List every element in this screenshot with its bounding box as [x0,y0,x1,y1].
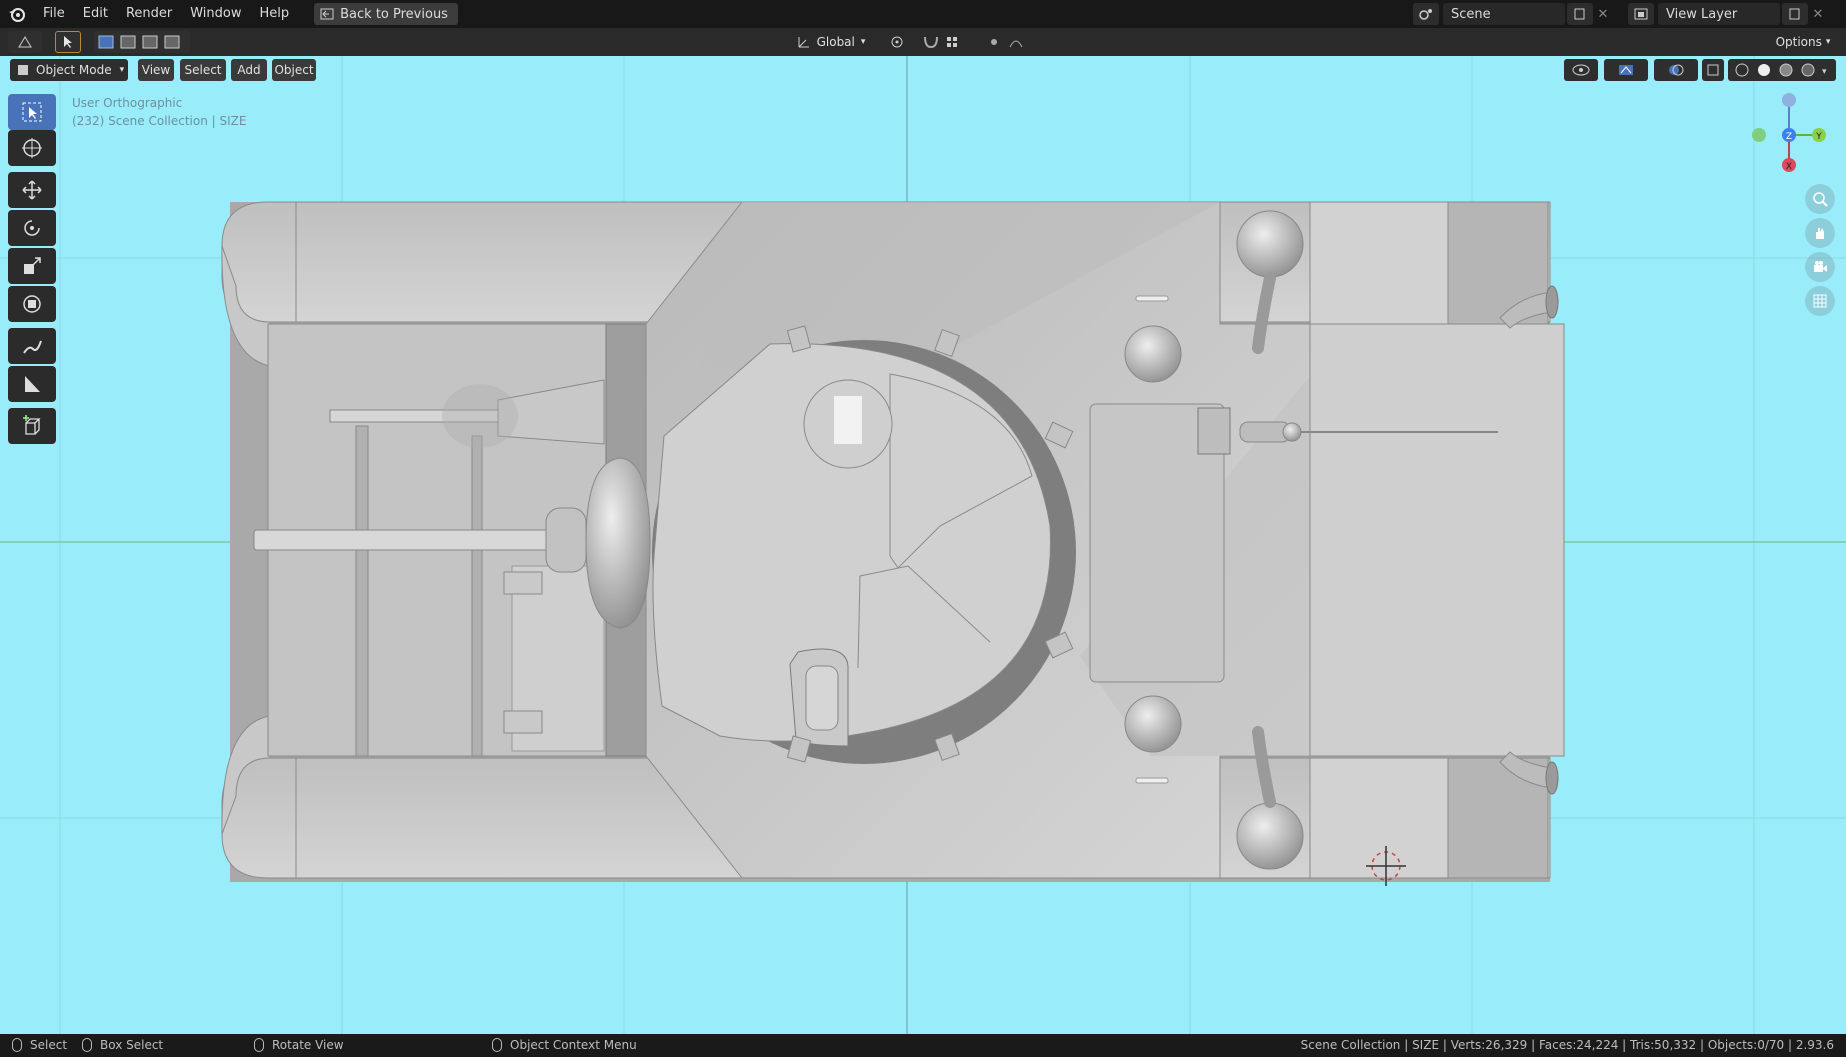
chevron-down-icon: ▾ [860,37,866,47]
annotate-icon [23,340,42,354]
tool-scale[interactable] [8,248,56,284]
orientation-icon [798,37,809,48]
delete-scene-icon[interactable]: ✕ [1593,7,1613,22]
navigation-gizmo[interactable]: Z Y X [1744,90,1834,180]
top-bar: File Edit Render Window Help Back to Pre… [0,0,1846,28]
mouse-middle-icon [82,1038,92,1052]
pivot-point-icon[interactable] [882,31,912,53]
transform-orientation-label: Global [816,35,855,49]
delete-view-layer-icon[interactable]: ✕ [1808,7,1828,22]
object-mode-icon [18,65,28,75]
scene-statistics: Scene Collection | SIZE | Verts:26,329 |… [1300,1038,1834,1052]
editor-type-icon[interactable] [8,31,42,53]
tool-settings-bar: Global ▾ Options ▾ [0,28,1846,56]
snapping-group[interactable] [918,31,978,53]
select-box-icon [22,102,42,122]
status-rotate-view: Rotate View [254,1038,344,1052]
options-dropdown[interactable]: Options ▾ [1768,31,1838,53]
proportional-editing-group[interactable] [984,31,1038,53]
tool-move[interactable] [8,172,56,208]
menu-edit[interactable]: Edit [74,0,117,28]
pan-hand-icon[interactable] [1805,218,1835,248]
select-menu[interactable]: Select [180,59,226,81]
tool-select-box[interactable] [8,94,56,130]
shading-mode-group[interactable]: ▾ [1728,59,1836,81]
visibility-icon[interactable] [1564,59,1598,81]
mouse-right-icon [492,1038,502,1052]
zoom-icon[interactable] [1805,184,1835,214]
new-view-layer-icon[interactable] [1782,3,1808,25]
mode-dropdown[interactable]: Object Mode ▾ [10,59,128,81]
active-tool-icon[interactable] [55,31,81,53]
gizmo-y-label: Y [1815,132,1822,142]
scene-selector[interactable]: Scene ✕ [1413,3,1613,25]
cursor-icon [22,138,42,158]
blender-logo-icon[interactable] [0,0,34,28]
options-label: Options [1775,35,1822,49]
new-scene-icon[interactable] [1567,3,1593,25]
add-menu[interactable]: Add [231,59,267,81]
tank-model[interactable] [0,56,1846,1034]
tool-annotate[interactable] [8,328,56,364]
view-menu[interactable]: View [138,59,174,81]
status-bar: Select Box Select Rotate View Object Con… [0,1034,1846,1057]
move-icon [22,180,42,200]
gizmo-toggle-icon[interactable] [1604,59,1648,81]
overlays-toggle-icon[interactable] [1654,59,1698,81]
tool-cursor[interactable] [8,130,56,166]
menu-file[interactable]: File [34,0,74,28]
status-rotate-view-label: Rotate View [272,1038,344,1052]
measure-icon [25,376,40,392]
gizmo-z-label: Z [1786,132,1792,142]
scale-icon [24,257,41,274]
status-box-select-label: Box Select [100,1038,164,1052]
scene-name-field[interactable]: Scene [1443,3,1565,25]
mouse-left-icon [12,1038,22,1052]
menu-render[interactable]: Render [117,0,181,28]
chevron-down-icon: ▾ [1825,37,1831,47]
svg-text:▾: ▾ [1822,67,1827,77]
mouse-wheel-icon [254,1038,264,1052]
view-layer-selector[interactable]: View Layer ✕ [1628,3,1828,25]
add-cube-icon [23,415,41,435]
tool-add-cube[interactable] [8,408,56,444]
status-select: Select [12,1038,67,1052]
view-layer-name-field[interactable]: View Layer [1658,3,1780,25]
mode-label: Object Mode [36,63,112,77]
status-box-select: Box Select [82,1038,163,1052]
gizmo-x-label: X [1786,162,1792,172]
back-to-previous-label: Back to Previous [340,6,448,22]
ortho-grid-icon[interactable] [1805,286,1835,316]
view-layer-icon[interactable] [1628,3,1654,25]
camera-view-icon[interactable] [1805,252,1835,282]
3d-viewport[interactable]: Object Mode ▾ View Select Add Object ▾ U… [0,56,1846,1034]
chevron-down-icon: ▾ [119,65,125,75]
tool-transform[interactable] [8,286,56,322]
view-name-label: User Orthographic [72,96,183,110]
xray-toggle-icon[interactable] [1702,59,1724,81]
back-to-previous-button[interactable]: Back to Previous [314,3,458,25]
tool-measure[interactable] [8,366,56,402]
transform-icon [23,295,41,313]
menu-help[interactable]: Help [251,0,299,28]
rotate-icon [24,220,40,236]
scene-icon[interactable] [1413,3,1439,25]
transform-orientation-dropdown[interactable]: Global ▾ [788,31,874,53]
selection-mode-group[interactable] [94,31,190,53]
status-select-label: Select [30,1038,68,1052]
status-context-menu: Object Context Menu [492,1038,637,1052]
object-menu[interactable]: Object [272,59,316,81]
collection-info-label: (232) Scene Collection | SIZE [72,114,247,128]
tool-rotate[interactable] [8,210,56,246]
menu-window[interactable]: Window [181,0,250,28]
back-icon [320,8,334,20]
status-context-menu-label: Object Context Menu [510,1038,637,1052]
